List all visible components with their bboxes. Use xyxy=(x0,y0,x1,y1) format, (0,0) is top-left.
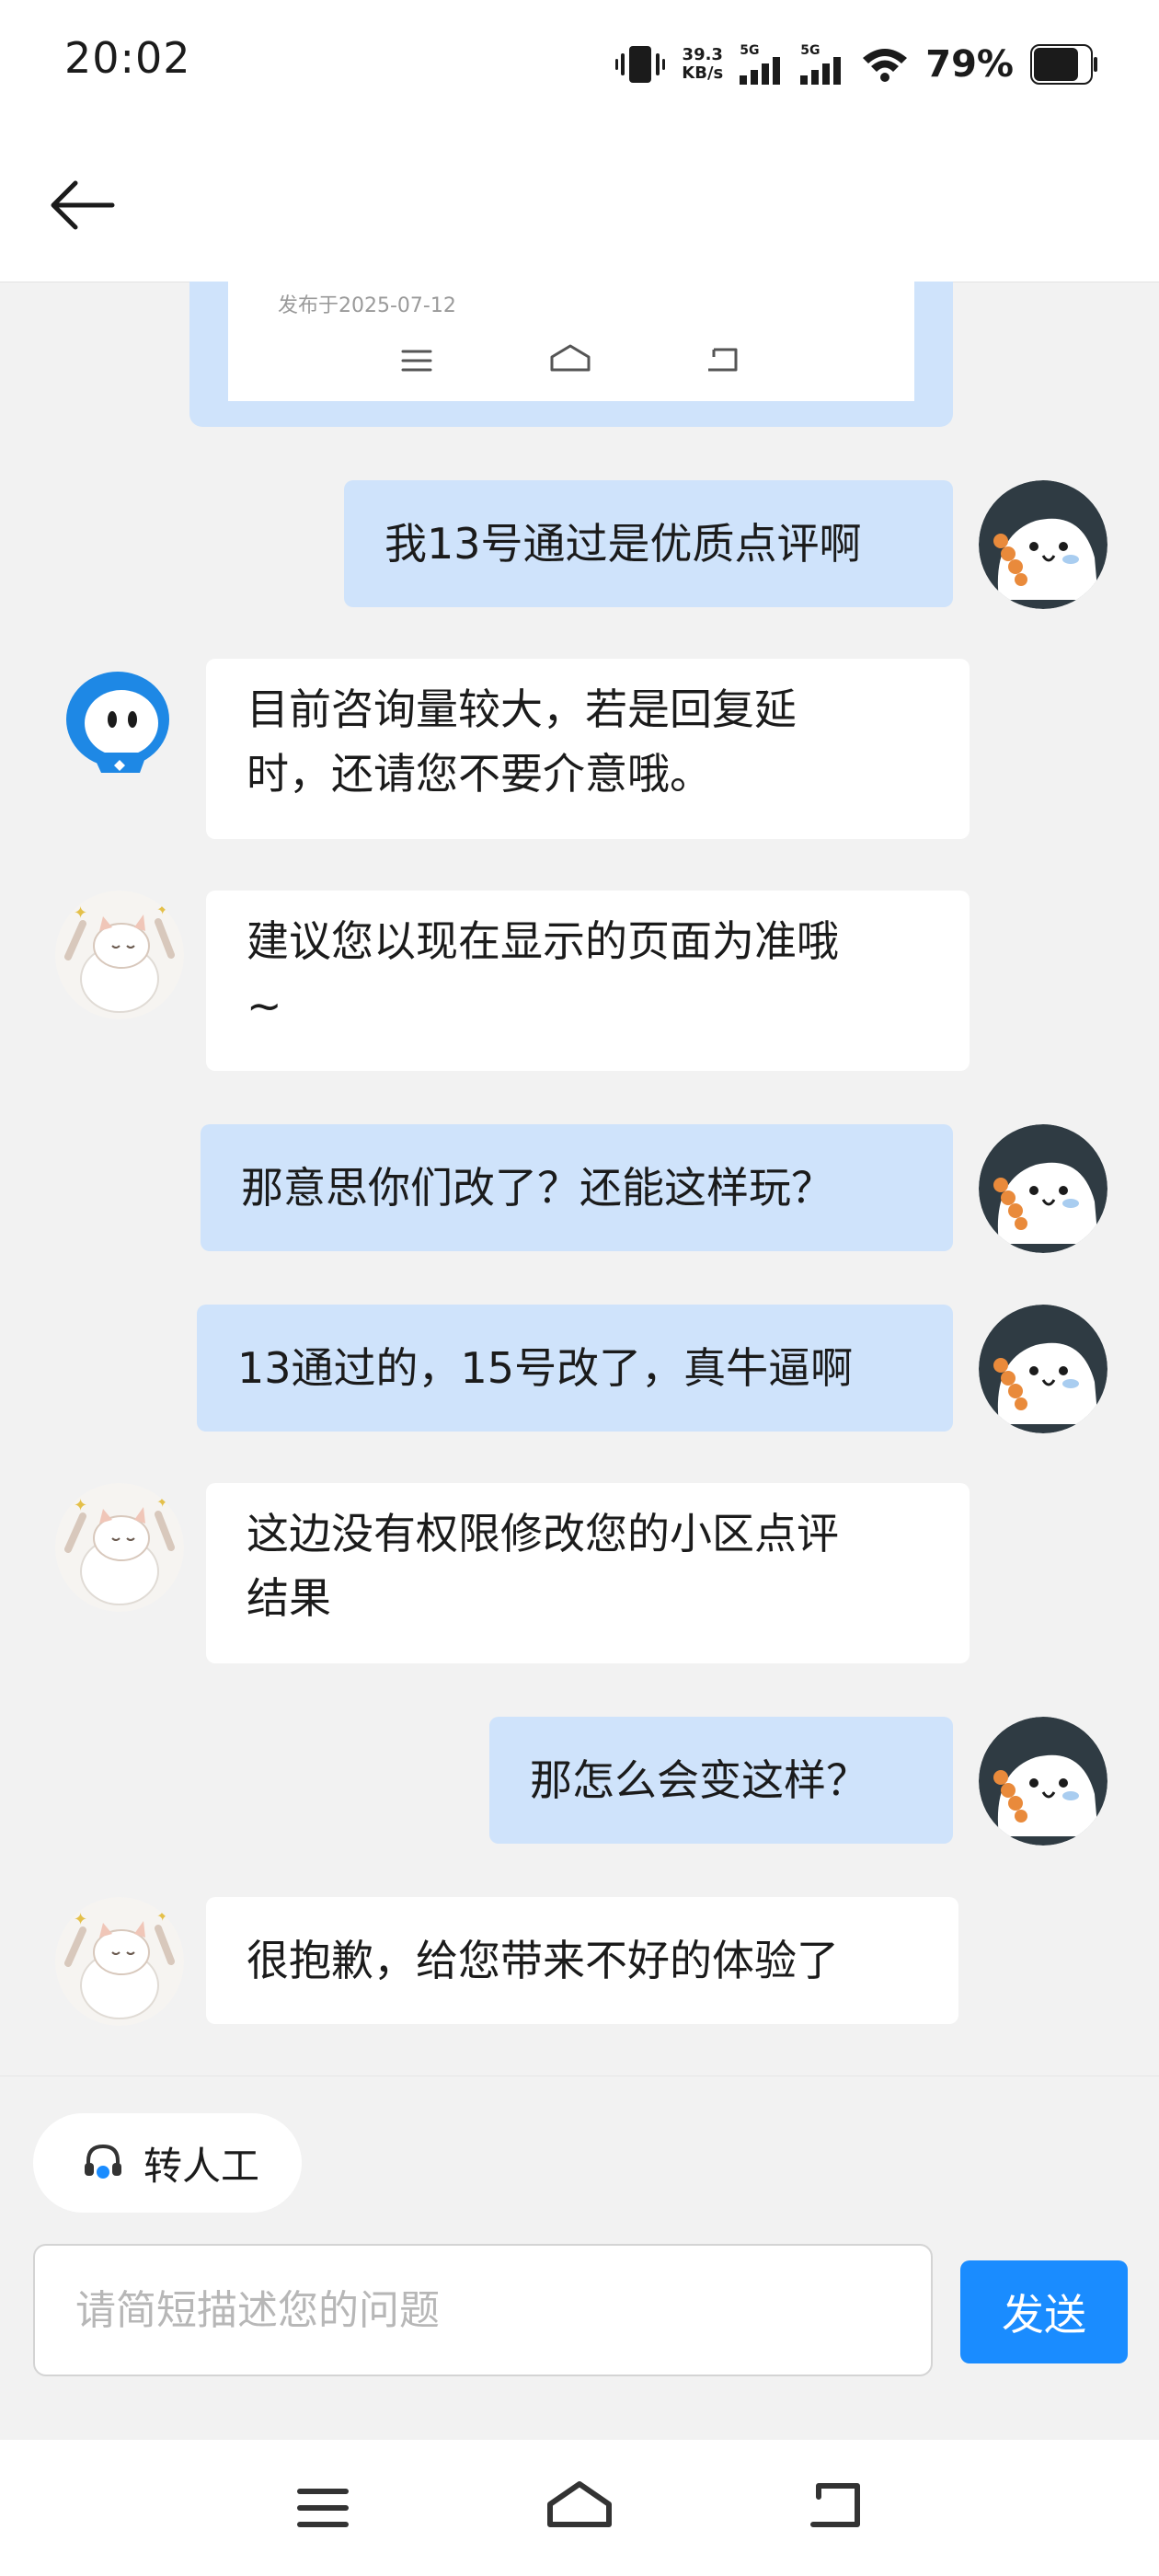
home-icon xyxy=(550,344,591,372)
agent-message-bubble: 很抱歉，给您带来不好的体验了 xyxy=(206,1897,958,2024)
battery-icon xyxy=(1030,44,1097,85)
home-icon[interactable] xyxy=(543,2477,616,2536)
user-avatar[interactable] xyxy=(979,1124,1107,1253)
arrow-left-icon xyxy=(51,180,115,230)
cat-avatar-icon: ✦ ✦ xyxy=(55,1897,184,2026)
svg-text:✦: ✦ xyxy=(74,1910,87,1929)
vibrate-icon xyxy=(615,46,666,83)
back-button[interactable] xyxy=(40,164,123,247)
ghost-avatar-icon xyxy=(979,1124,1107,1253)
svg-text:✦: ✦ xyxy=(156,1493,168,1511)
chat-area: 发布于2025-07-12 我13号通过是优质点评啊 目前咨询量较大，若是回复延… xyxy=(0,282,1159,2076)
agent-avatar: ✦ ✦ xyxy=(55,891,184,1019)
user-avatar[interactable] xyxy=(979,1717,1107,1846)
agent-avatar: ✦ ✦ xyxy=(55,1483,184,1612)
user-message-bubble: 那怎么会变这样？ xyxy=(489,1717,953,1844)
agent-message-bubble: 这边没有权限修改您的小区点评 结果 xyxy=(206,1483,970,1663)
user-message-bubble: 我13号通过是优质点评啊 xyxy=(344,480,953,607)
ghost-avatar-icon xyxy=(979,1717,1107,1846)
return-icon xyxy=(708,348,738,372)
composer-area: 转人工 发送 xyxy=(0,2076,1159,2441)
service-robot-avatar xyxy=(55,664,184,793)
agent-message-bubble: 目前咨询量较大，若是回复延 时，还请您不要介意哦。 xyxy=(206,659,970,839)
cat-avatar-icon: ✦ ✦ xyxy=(55,1483,184,1612)
agent-avatar: ✦ ✦ xyxy=(55,1897,184,2026)
agent-message-bubble: 建议您以现在显示的页面为准哦 ~ xyxy=(206,891,970,1071)
status-time: 20:02 xyxy=(64,33,191,83)
status-icons: 39.3 KB/s 5G 5G 79% xyxy=(615,37,1098,92)
send-button[interactable]: 发送 xyxy=(960,2260,1128,2363)
ghost-avatar-icon xyxy=(979,1305,1107,1433)
robot-avatar-icon xyxy=(66,672,169,773)
menu-icon[interactable] xyxy=(291,2480,355,2536)
user-message-bubble: 那意思你们改了？还能这样玩？ xyxy=(201,1124,953,1251)
card-date: 发布于2025-07-12 xyxy=(278,294,456,317)
chat-header xyxy=(0,129,1159,282)
user-avatar[interactable] xyxy=(979,1305,1107,1433)
sim1-label: 5G xyxy=(740,43,760,58)
user-avatar[interactable] xyxy=(979,480,1107,609)
shared-screenshot-card[interactable]: 发布于2025-07-12 xyxy=(189,282,953,427)
svg-text:✦: ✦ xyxy=(74,1496,87,1515)
status-bar: 20:02 39.3 KB/s 5G 5G 79% xyxy=(0,0,1159,129)
return-icon[interactable] xyxy=(806,2477,870,2536)
menu-icon xyxy=(401,350,432,372)
transfer-to-human-button[interactable]: 转人工 xyxy=(33,2113,302,2213)
ghost-avatar-icon xyxy=(979,480,1107,609)
signal-sim2: 5G xyxy=(800,44,844,85)
signal-bars-icon xyxy=(800,57,842,85)
battery-percent: 79% xyxy=(925,43,1014,86)
cat-avatar-icon: ✦ ✦ xyxy=(55,891,184,1019)
signal-sim1: 5G xyxy=(740,44,784,85)
headset-icon xyxy=(85,2144,121,2179)
svg-text:✦: ✦ xyxy=(156,901,168,918)
net-speed: 39.3 KB/s xyxy=(682,46,723,83)
shared-screenshot: 发布于2025-07-12 xyxy=(228,282,914,401)
user-message-bubble: 13通过的，15号改了，真牛逼啊 xyxy=(197,1305,953,1432)
sim2-label: 5G xyxy=(800,43,820,58)
svg-text:✦: ✦ xyxy=(156,1907,168,1925)
net-speed-value: 39.3 xyxy=(682,45,723,64)
message-input[interactable] xyxy=(33,2244,933,2376)
signal-bars-icon xyxy=(740,57,781,85)
wifi-icon xyxy=(863,49,908,82)
svg-text:✦: ✦ xyxy=(74,903,87,923)
screenshot-nav-bar xyxy=(401,344,738,372)
system-nav-bar xyxy=(0,2440,1159,2576)
net-speed-unit: KB/s xyxy=(682,63,724,83)
transfer-label: 转人工 xyxy=(143,2143,260,2189)
